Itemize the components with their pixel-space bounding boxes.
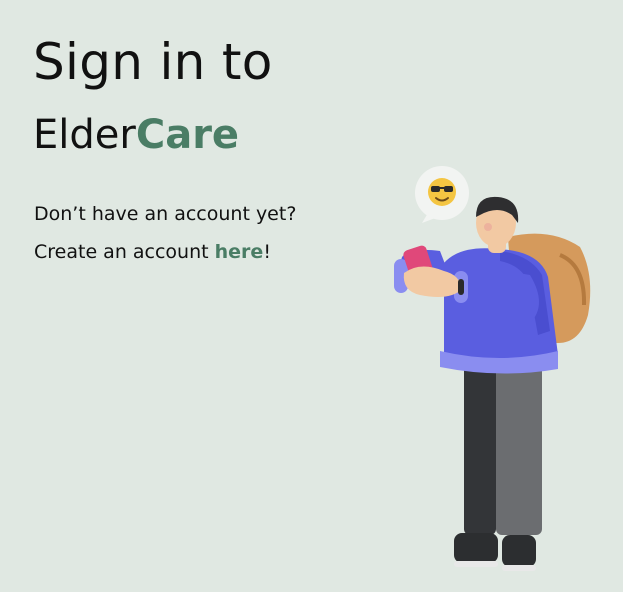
create-account-suffix: !	[263, 241, 271, 263]
page-title: Sign in to	[33, 33, 273, 91]
create-account-line: Create an account here!	[34, 239, 271, 265]
create-account-prefix: Create an account	[34, 241, 215, 263]
shoes-shape	[454, 533, 536, 571]
no-account-question: Don’t have an account yet?	[34, 203, 297, 225]
brand-prefix: Elder	[33, 112, 136, 158]
sunglasses-emoji-icon	[415, 166, 469, 223]
create-account-link[interactable]: here	[215, 241, 264, 263]
brand-accent: Care	[135, 112, 240, 158]
legs-shape	[464, 365, 542, 535]
person-with-phone-illustration	[394, 166, 591, 571]
brand-name: ElderCare	[33, 109, 239, 161]
